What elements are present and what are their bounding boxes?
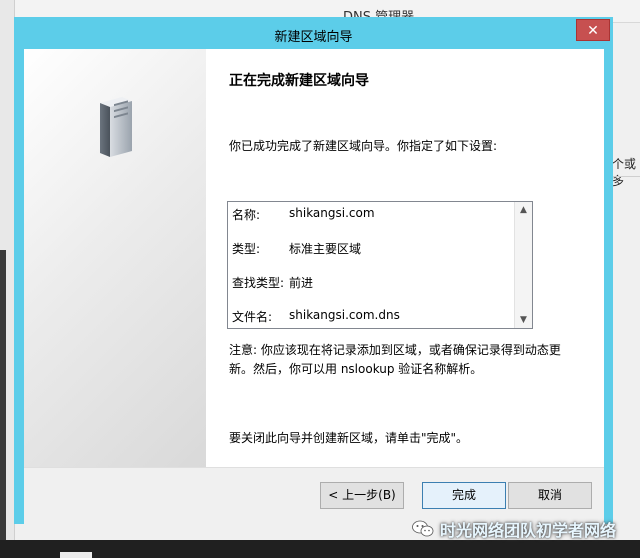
page-title: 正在完成新建区域向导 — [229, 73, 369, 89]
note-line: 注意: 你应该现在将记录添加到区域，或者确保记录得到动态更 — [229, 343, 561, 357]
summary-label: 查找类型: — [232, 276, 285, 290]
cancel-button[interactable]: 取消 — [508, 482, 592, 509]
taskbar-item[interactable] — [60, 552, 92, 558]
dialog-titlebar[interactable]: 新建区域向导 ✕ — [14, 17, 613, 49]
close-button[interactable]: ✕ — [576, 19, 610, 41]
back-button[interactable]: < 上一步(B) — [320, 482, 404, 509]
wechat-icon — [412, 520, 434, 537]
divider — [612, 176, 640, 177]
summary-value: shikangsi.com.dns — [289, 308, 400, 322]
note-text: 注意: 你应该现在将记录添加到区域，或者确保记录得到动态更 新。然后，你可以用 … — [229, 341, 569, 379]
wizard-side-panel — [24, 49, 206, 467]
finish-instruction: 要关闭此向导并创建新区域，请单击"完成"。 — [229, 431, 469, 445]
summary-value: 标准主要区域 — [289, 242, 362, 256]
summary-label: 类型: — [232, 242, 261, 256]
dialog-title: 新建区域向导 — [274, 30, 353, 45]
close-icon: ✕ — [587, 23, 599, 39]
finish-button[interactable]: 完成 — [422, 482, 506, 509]
summary-label: 文件名: — [232, 310, 273, 324]
intro-text: 你已成功完成了新建区域向导。你指定了如下设置: — [229, 139, 498, 153]
dns-manager-left-edge — [0, 250, 6, 540]
new-zone-wizard-dialog: 新建区域向导 ✕ 正在完成新建区域向导 你已成功完成了新建区域向导。你指定了如下… — [14, 17, 613, 525]
note-line: 新。然后，你可以用 nslookup 验证名称解析。 — [229, 362, 483, 376]
settings-summary-box[interactable]: 名称: shikangsi.com 类型: 标准主要区域 查找类型: 前进 文件… — [227, 201, 533, 329]
dns-manager-partial-text: 个或多 — [612, 157, 637, 188]
scroll-up-icon[interactable]: ▲ — [515, 202, 532, 218]
summary-label: 名称: — [232, 208, 261, 222]
scroll-down-icon[interactable]: ▼ — [515, 312, 532, 328]
summary-value: shikangsi.com — [289, 206, 375, 220]
watermark-text: 时光网络团队初学者网络 — [440, 521, 617, 540]
wizard-content: 正在完成新建区域向导 你已成功完成了新建区域向导。你指定了如下设置: 名称: s… — [24, 49, 604, 467]
summary-scrollbar[interactable]: ▲ ▼ — [514, 202, 532, 328]
watermark: 时光网络团队初学者网络 — [412, 514, 616, 544]
server-icon — [100, 97, 132, 157]
summary-value: 前进 — [289, 276, 314, 290]
